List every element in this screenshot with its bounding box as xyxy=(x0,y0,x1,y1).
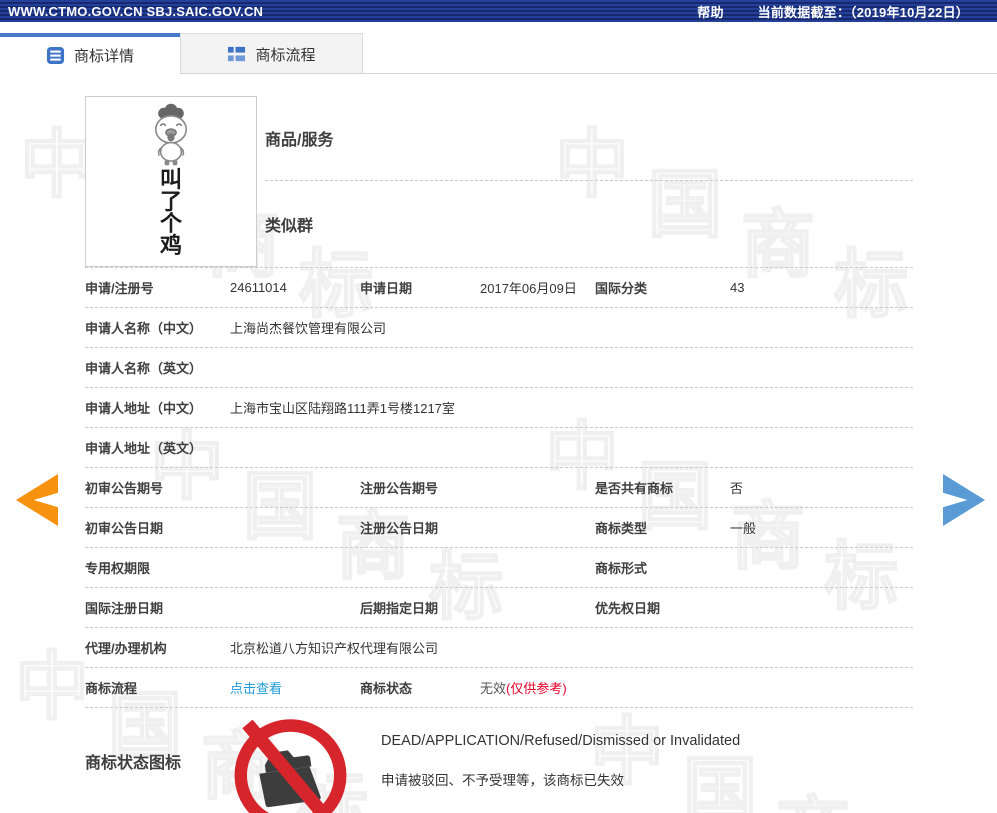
field-value: 43 xyxy=(730,280,913,295)
data-cutoff-date: 当前数据截至：（2019年10月22日） xyxy=(758,2,969,21)
field-label: 申请人地址（中文） xyxy=(85,398,230,417)
field-row-applicant-name-cn: 申请人名称（中文） 上海尚杰餐饮管理有限公司 xyxy=(85,308,913,348)
logo-char: 了 xyxy=(160,191,182,213)
status-icon-label: 商标状态图标 xyxy=(85,749,230,773)
field-label: 注册公告期号 xyxy=(360,478,480,497)
chicken-logo-icon xyxy=(130,103,212,167)
field-value: 一般 xyxy=(730,518,913,537)
field-label: 申请人地址（英文） xyxy=(85,438,230,457)
status-value: 无效 xyxy=(480,681,506,696)
tab-trademark-process[interactable]: 商标流程 xyxy=(180,33,363,74)
field-label: 是否共有商标 xyxy=(595,478,730,497)
site-title: WWW.CTMO.GOV.CN SBJ.SAIC.GOV.CN xyxy=(8,4,263,19)
logo-char: 个 xyxy=(160,213,182,235)
field-value: 2017年06月09日 xyxy=(480,278,595,297)
field-row-applicant-address-en: 申请人地址（英文） xyxy=(85,428,913,468)
logo-char: 叫 xyxy=(160,169,182,191)
field-row-application-number: 申请/注册号 24611014 申请日期 2017年06月09日 国际分类 43 xyxy=(85,268,913,308)
tab-bar: 商标详情 商标流程 xyxy=(0,33,997,74)
status-note: (仅供参考) xyxy=(506,681,567,696)
similar-group-label: 类似群 xyxy=(265,212,313,236)
tab-label: 商标详情 xyxy=(74,45,134,66)
process-list-icon xyxy=(227,45,246,64)
logo-char: 鸡 xyxy=(160,235,182,257)
field-label: 优先权日期 xyxy=(595,598,730,617)
field-row-trademark-process: 商标流程 点击查看 商标状态 无效(仅供参考) xyxy=(85,668,913,708)
field-label: 国际分类 xyxy=(595,278,730,297)
field-label: 申请人名称（中文） xyxy=(85,318,230,337)
field-label: 商标形式 xyxy=(595,558,730,577)
goods-services-label: 商品/服务 xyxy=(265,126,333,150)
status-line-english: DEAD/APPLICATION/Refused/Dismissed or In… xyxy=(381,733,740,749)
field-label: 商标类型 xyxy=(595,518,730,537)
status-icon-row: 商标状态图标 DEAD/APPLICATION/Refused/Dismisse… xyxy=(85,708,913,813)
field-value: 北京松道八方知识产权代理有限公司 xyxy=(230,638,913,657)
field-label: 专用权期限 xyxy=(85,558,230,577)
field-row-preliminary-gazette-no: 初审公告期号 注册公告期号 是否共有商标 否 xyxy=(85,468,913,508)
field-label: 申请/注册号 xyxy=(85,278,230,297)
trademark-name-text: 叫 了 个 鸡 xyxy=(160,169,182,257)
field-row-applicant-name-en: 申请人名称（英文） xyxy=(85,348,913,388)
field-label: 申请人名称（英文） xyxy=(85,358,230,377)
details-list-icon xyxy=(46,46,65,65)
field-row-international-reg-date: 国际注册日期 后期指定日期 优先权日期 xyxy=(85,588,913,628)
tab-label: 商标流程 xyxy=(255,44,315,65)
process-label: 商标流程 xyxy=(85,678,230,697)
top-bar: WWW.CTMO.GOV.CN SBJ.SAIC.GOV.CN 帮助 当前数据截… xyxy=(0,0,997,22)
field-value: 上海尚杰餐饮管理有限公司 xyxy=(230,318,913,337)
field-label: 后期指定日期 xyxy=(360,598,480,617)
field-label: 初审公告期号 xyxy=(85,478,230,497)
status-line-chinese: 申请被驳回、不予受理等，该商标已失效 xyxy=(381,769,740,789)
trademark-image: 叫 了 个 鸡 xyxy=(85,96,257,267)
dead-trademark-icon xyxy=(233,708,348,813)
field-label: 国际注册日期 xyxy=(85,598,230,617)
field-label: 代理/办理机构 xyxy=(85,638,230,657)
field-row-agent: 代理/办理机构 北京松道八方知识产权代理有限公司 xyxy=(85,628,913,668)
tab-trademark-details[interactable]: 商标详情 xyxy=(0,33,180,74)
field-label: 申请日期 xyxy=(360,278,480,297)
field-row-preliminary-gazette-date: 初审公告日期 注册公告日期 商标类型 一般 xyxy=(85,508,913,548)
field-row-applicant-address-cn: 申请人地址（中文） 上海市宝山区陆翔路111弄1号楼1217室 xyxy=(85,388,913,428)
field-value: 否 xyxy=(730,478,913,497)
help-link[interactable]: 帮助 xyxy=(697,2,723,21)
field-label: 初审公告日期 xyxy=(85,518,230,537)
trademark-summary-section: 叫 了 个 鸡 商品/服务 类似群 xyxy=(85,96,913,268)
view-process-link[interactable]: 点击查看 xyxy=(230,681,282,696)
status-label: 商标状态 xyxy=(360,678,480,697)
field-row-exclusive-right-period: 专用权期限 商标形式 xyxy=(85,548,913,588)
field-label: 注册公告日期 xyxy=(360,518,480,537)
field-value: 上海市宝山区陆翔路111弄1号楼1217室 xyxy=(230,398,913,417)
trademark-detail-panel: 叫 了 个 鸡 商品/服务 类似群 申请/注册号 24611014 申请日期 2… xyxy=(0,74,997,813)
field-value: 24611014 xyxy=(230,280,360,295)
